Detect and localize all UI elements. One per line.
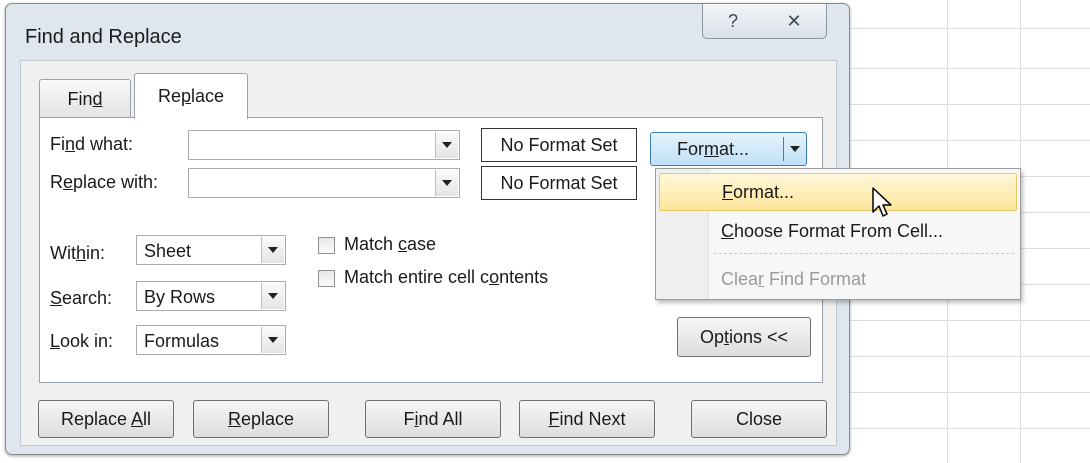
look-in-label: Look in: bbox=[50, 331, 114, 351]
format-button-divider bbox=[783, 137, 784, 161]
format-dropdown-icon[interactable] bbox=[790, 146, 800, 152]
within-label: Within: bbox=[50, 243, 106, 263]
close-window-button[interactable]: ✕ bbox=[762, 4, 827, 39]
search-select[interactable]: By Rows bbox=[136, 281, 286, 311]
within-select[interactable]: Sheet bbox=[136, 235, 286, 265]
format-button-label: Format... bbox=[677, 139, 750, 159]
find-what-combo[interactable] bbox=[188, 130, 460, 160]
match-case-checkbox[interactable] bbox=[318, 237, 335, 254]
close-icon: ✕ bbox=[786, 10, 802, 31]
match-entire-label[interactable]: Match entire cell contents bbox=[344, 267, 548, 288]
replace-all-label: Replace All bbox=[60, 408, 152, 429]
close-label: Close bbox=[735, 408, 783, 429]
replace-button[interactable]: Replace bbox=[193, 400, 329, 438]
find-what-label: Find what: bbox=[50, 134, 134, 154]
format-dropdown-menu: Format... Choose Format From Cell... Cle… bbox=[655, 168, 1021, 300]
find-next-button[interactable]: Find Next bbox=[519, 400, 655, 438]
dialog-title: Find and Replace bbox=[25, 26, 182, 48]
menu-item-format-label: Format... bbox=[722, 181, 795, 202]
search-dropdown-icon[interactable] bbox=[261, 283, 284, 309]
menu-item-choose-format-label: Choose Format From Cell... bbox=[721, 220, 944, 241]
replace-with-label: Replace with: bbox=[50, 172, 159, 192]
search-label: Search: bbox=[50, 288, 113, 308]
look-in-select[interactable]: Formulas bbox=[136, 325, 286, 355]
match-entire-checkbox[interactable] bbox=[318, 270, 335, 287]
menu-item-format[interactable]: Format... bbox=[659, 173, 1017, 211]
tab-replace-label: Replace bbox=[157, 86, 225, 106]
replace-with-combo[interactable] bbox=[188, 168, 460, 198]
replace-format-preview: No Format Set bbox=[481, 166, 637, 200]
replace-all-button[interactable]: Replace All bbox=[38, 400, 174, 438]
find-what-dropdown-icon[interactable] bbox=[435, 132, 458, 158]
options-button[interactable]: Options << bbox=[677, 317, 811, 357]
format-split-button[interactable]: Format... bbox=[650, 132, 807, 166]
menu-item-clear-find-format-label: Clear Find Format bbox=[721, 268, 867, 289]
replace-label: Replace bbox=[227, 408, 295, 429]
match-case-label[interactable]: Match case bbox=[344, 234, 436, 255]
find-format-preview: No Format Set bbox=[481, 128, 637, 162]
menu-separator bbox=[714, 253, 1014, 254]
within-value: Sheet bbox=[144, 241, 192, 261]
find-all-label: Find All bbox=[403, 408, 463, 429]
close-button[interactable]: Close bbox=[691, 400, 827, 438]
mouse-cursor-icon bbox=[872, 187, 892, 217]
find-all-button[interactable]: Find All bbox=[365, 400, 501, 438]
look-in-value: Formulas bbox=[144, 331, 220, 351]
tab-find-label: Find bbox=[67, 88, 103, 109]
replace-with-dropdown-icon[interactable] bbox=[435, 170, 458, 196]
within-dropdown-icon[interactable] bbox=[261, 237, 284, 263]
look-in-dropdown-icon[interactable] bbox=[261, 327, 284, 353]
find-next-label: Find Next bbox=[548, 408, 626, 429]
search-value: By Rows bbox=[144, 287, 216, 307]
help-icon: ? bbox=[727, 10, 738, 31]
tab-find[interactable]: Find bbox=[39, 79, 131, 118]
menu-item-clear-find-format: Clear Find Format bbox=[659, 261, 1017, 297]
help-button[interactable]: ? bbox=[702, 4, 764, 39]
menu-item-choose-format-from-cell[interactable]: Choose Format From Cell... bbox=[659, 213, 1017, 249]
tab-replace[interactable]: Replace bbox=[134, 73, 248, 119]
options-button-label: Options << bbox=[699, 326, 789, 347]
